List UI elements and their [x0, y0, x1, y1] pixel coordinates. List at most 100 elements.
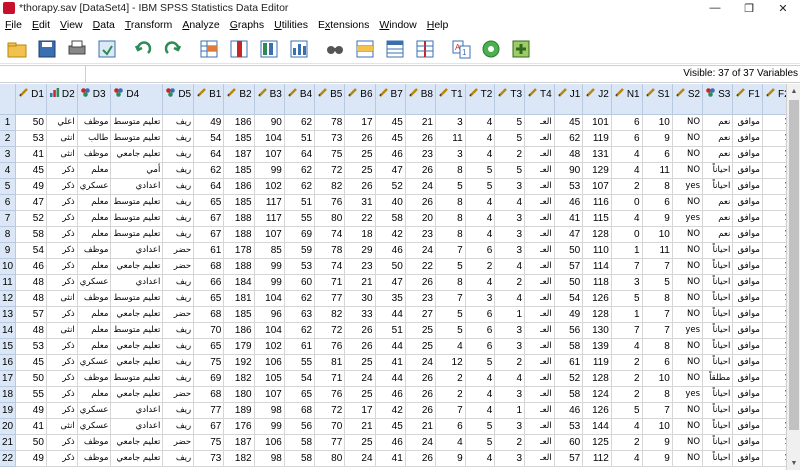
data-cell[interactable]: موافق: [732, 322, 763, 339]
data-cell[interactable]: NO: [672, 402, 704, 419]
data-cell[interactable]: 3: [494, 338, 526, 355]
data-cell[interactable]: 125: [582, 434, 612, 451]
data-cell[interactable]: انثى: [46, 418, 78, 435]
data-cell[interactable]: 46: [375, 242, 406, 259]
data-cell[interactable]: 0: [611, 226, 643, 243]
data-cell[interactable]: 8: [435, 194, 466, 211]
data-cell[interactable]: NO: [672, 226, 704, 243]
data-cell[interactable]: 58: [15, 226, 47, 243]
data-cell[interactable]: 22: [344, 210, 376, 227]
data-cell[interactable]: معلم: [77, 338, 112, 355]
data-cell[interactable]: العـ: [524, 450, 555, 467]
data-cell[interactable]: 3: [494, 210, 526, 227]
data-cell[interactable]: 78: [314, 114, 346, 131]
data-cell[interactable]: 52: [554, 370, 584, 387]
undo-icon[interactable]: [130, 36, 156, 62]
data-cell[interactable]: 99: [254, 258, 285, 275]
data-cell[interactable]: معلم: [77, 386, 112, 403]
data-cell[interactable]: 10: [642, 114, 673, 131]
data-cell[interactable]: احياناً: [702, 242, 734, 259]
row-header[interactable]: 15: [0, 338, 17, 355]
data-cell[interactable]: تعليم جامعي: [110, 146, 164, 163]
data-cell[interactable]: ريف: [162, 402, 195, 419]
data-cell[interactable]: 47: [554, 226, 584, 243]
column-header-n1[interactable]: N1: [611, 84, 643, 115]
data-cell[interactable]: 4: [435, 434, 466, 451]
data-cell[interactable]: انثى: [46, 290, 78, 307]
data-cell[interactable]: 72: [314, 322, 346, 339]
data-cell[interactable]: 117: [254, 194, 285, 211]
data-cell[interactable]: 90: [254, 114, 285, 131]
data-cell[interactable]: 18: [344, 226, 376, 243]
data-cell[interactable]: 49: [554, 306, 584, 323]
data-cell[interactable]: موظف: [77, 434, 112, 451]
run-descriptives-icon[interactable]: [286, 36, 312, 62]
data-cell[interactable]: 72: [314, 402, 346, 419]
data-cell[interactable]: احياناً: [702, 274, 734, 291]
data-cell[interactable]: 30: [344, 290, 376, 307]
data-cell[interactable]: 128: [582, 306, 612, 323]
save-icon[interactable]: [34, 36, 60, 62]
data-cell[interactable]: 3: [494, 386, 526, 403]
data-cell[interactable]: 4: [465, 450, 496, 467]
data-cell[interactable]: 24: [344, 450, 376, 467]
data-cell[interactable]: 185: [223, 162, 255, 179]
data-cell[interactable]: 124: [582, 386, 612, 403]
column-header-b2[interactable]: B2: [223, 84, 255, 115]
data-cell[interactable]: تعليم متوسط: [110, 290, 164, 307]
data-cell[interactable]: موافق: [732, 290, 763, 307]
data-cell[interactable]: 48: [15, 322, 47, 339]
data-cell[interactable]: لا: [762, 354, 786, 371]
data-cell[interactable]: 82: [314, 178, 346, 195]
data-cell[interactable]: نعم: [702, 130, 734, 147]
data-cell[interactable]: 107: [254, 226, 285, 243]
data-cell[interactable]: NO: [672, 338, 704, 355]
data-cell[interactable]: احياناً: [702, 338, 734, 355]
data-cell[interactable]: ريف: [162, 146, 195, 163]
data-cell[interactable]: تعليم جامعي: [110, 354, 164, 371]
data-cell[interactable]: ذكر: [46, 242, 78, 259]
data-cell[interactable]: ريف: [162, 418, 195, 435]
data-cell[interactable]: 62: [193, 162, 225, 179]
data-cell[interactable]: NO: [672, 354, 704, 371]
data-cell[interactable]: 117: [254, 210, 285, 227]
data-cell[interactable]: 2: [611, 178, 643, 195]
data-cell[interactable]: 7: [611, 258, 643, 275]
data-cell[interactable]: 128: [582, 226, 612, 243]
data-cell[interactable]: 126: [582, 290, 612, 307]
grid-corner[interactable]: [0, 84, 17, 115]
data-cell[interactable]: لا: [762, 146, 786, 163]
data-cell[interactable]: 49: [15, 402, 47, 419]
data-cell[interactable]: 55: [284, 210, 316, 227]
data-cell[interactable]: 11: [435, 130, 466, 147]
data-cell[interactable]: 3: [494, 226, 526, 243]
row-header[interactable]: 4: [0, 162, 17, 179]
column-header-b1[interactable]: B1: [193, 84, 225, 115]
data-cell[interactable]: NO: [672, 370, 704, 387]
data-cell[interactable]: 67: [193, 226, 225, 243]
data-cell[interactable]: العـ: [524, 210, 555, 227]
data-cell[interactable]: 50: [554, 242, 584, 259]
data-cell[interactable]: 1: [611, 306, 643, 323]
data-cell[interactable]: 7: [642, 306, 673, 323]
row-header[interactable]: 19: [0, 402, 17, 419]
data-cell[interactable]: موظف: [77, 146, 112, 163]
column-header-d1[interactable]: D1: [15, 84, 47, 115]
data-cell[interactable]: 101: [582, 114, 612, 131]
redo-icon[interactable]: [160, 36, 186, 62]
row-header[interactable]: 6: [0, 194, 17, 211]
data-cell[interactable]: العـ: [524, 178, 555, 195]
data-cell[interactable]: 44: [375, 338, 406, 355]
data-cell[interactable]: 8: [435, 274, 466, 291]
data-cell[interactable]: 3: [494, 178, 526, 195]
data-cell[interactable]: العـ: [524, 338, 555, 355]
data-cell[interactable]: 8: [435, 162, 466, 179]
spelling-icon[interactable]: [508, 36, 534, 62]
data-cell[interactable]: 26: [405, 194, 437, 211]
data-cell[interactable]: 4: [611, 146, 643, 163]
data-cell[interactable]: 64: [193, 178, 225, 195]
data-cell[interactable]: yes: [672, 178, 704, 195]
menu-extensions[interactable]: Extensions: [313, 19, 374, 31]
data-cell[interactable]: موافق: [732, 370, 763, 387]
data-cell[interactable]: 4: [494, 290, 526, 307]
